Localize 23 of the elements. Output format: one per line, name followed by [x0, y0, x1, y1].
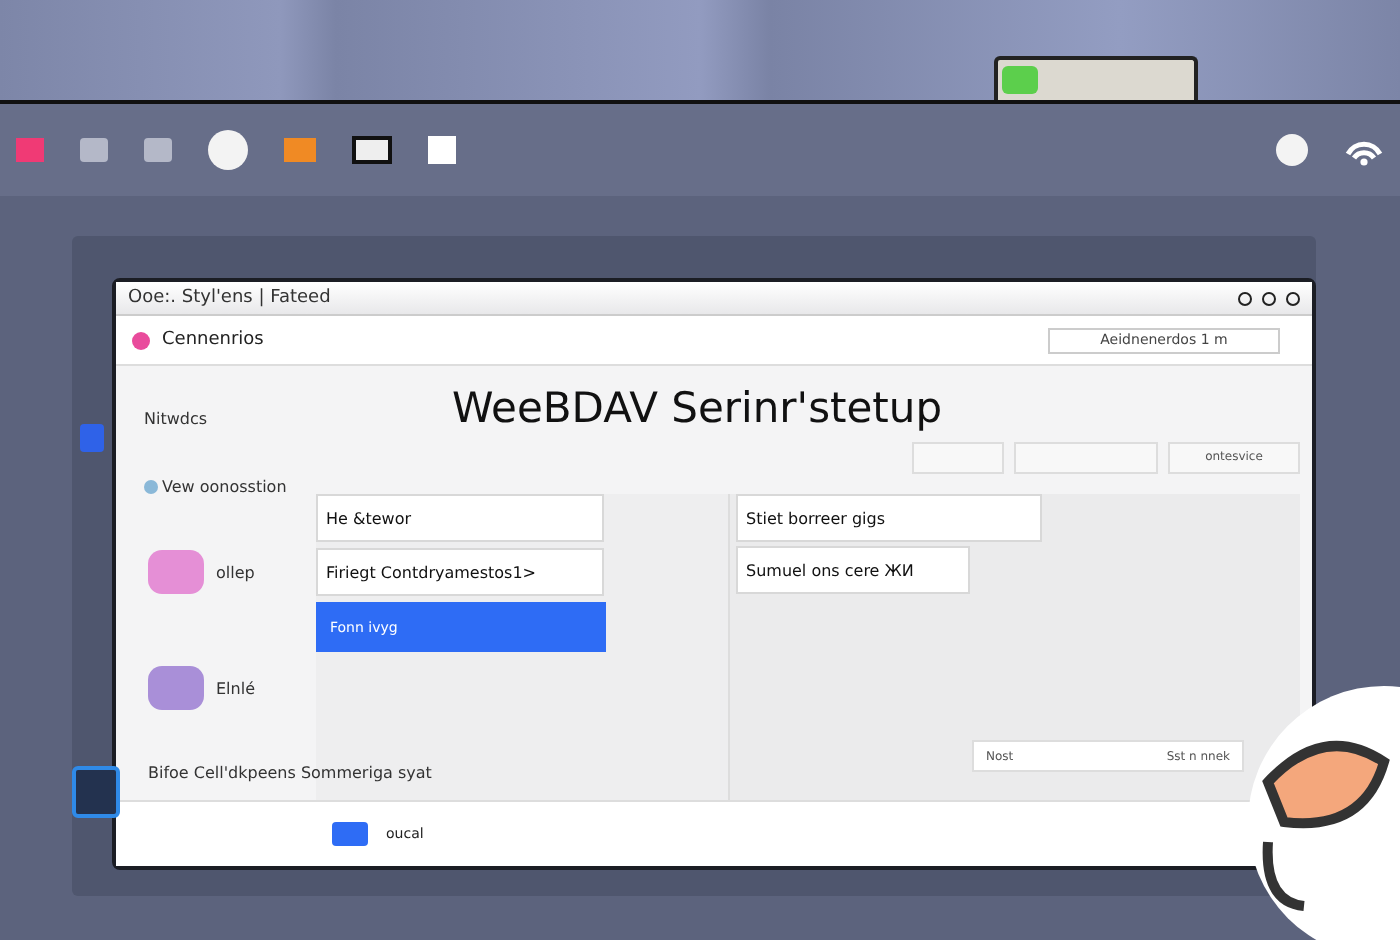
- page-heading: WeeBDAV Serinr'stetup: [450, 382, 945, 436]
- sidebar-heading: Nitwdcs: [144, 410, 210, 432]
- sidebar-item[interactable]: Elnlé: [216, 679, 255, 697]
- input-field[interactable]: Sumuel ons cere ЖИ: [736, 546, 970, 594]
- input-field[interactable]: [1014, 442, 1158, 474]
- screen-icon[interactable]: [352, 136, 392, 164]
- sidebar-item[interactable]: Bifoe Cell'dkpeens Sommeriga syat: [148, 763, 432, 782]
- input-field[interactable]: [912, 442, 1004, 474]
- sidebar-item[interactable]: ollep: [216, 563, 255, 582]
- input-field[interactable]: He &tewor: [316, 494, 604, 542]
- flag-icon[interactable]: [332, 822, 368, 846]
- globe-icon: [144, 480, 158, 495]
- status-dot: [132, 331, 150, 349]
- app-icon[interactable]: [148, 666, 204, 710]
- circle-icon[interactable]: [1276, 134, 1308, 166]
- input-field[interactable]: Stiet borreer gigs: [736, 494, 1042, 542]
- app-icon[interactable]: [148, 550, 204, 595]
- sidebar-item[interactable]: Vew oonosstion: [162, 478, 287, 497]
- round-icon[interactable]: [208, 130, 248, 170]
- input-field[interactable]: Firiegt Contdryamestos1>: [316, 548, 604, 596]
- window-title: Ooe:. Styl'ens | Fateed: [128, 288, 331, 308]
- header-label: Cennenrios: [162, 330, 264, 350]
- window-tab[interactable]: [994, 56, 1198, 100]
